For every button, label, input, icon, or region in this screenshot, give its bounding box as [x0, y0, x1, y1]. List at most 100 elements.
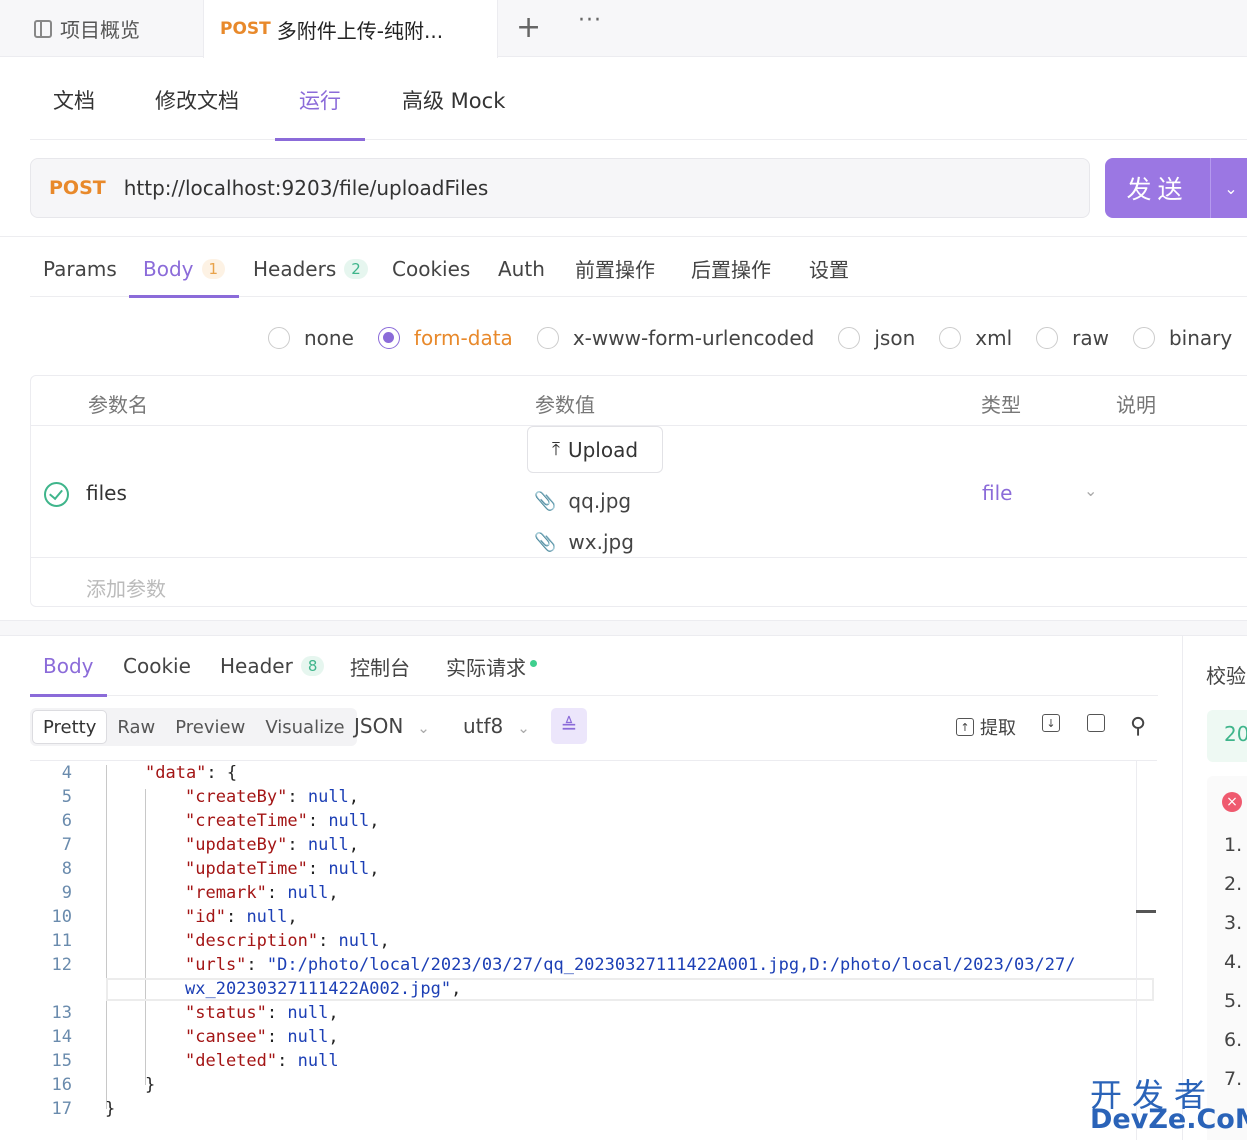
radio-circle-icon	[939, 327, 962, 349]
response-code-view[interactable]: 4 "data": {5 "createBy": null, 6 "createTime…	[30, 760, 1157, 1140]
radio-binary[interactable]: binary	[1132, 326, 1233, 350]
tab-settings[interactable]: 设置	[809, 240, 849, 297]
radio-xml[interactable]: xml	[939, 326, 1012, 350]
count-badge: 2	[344, 258, 368, 279]
code-line: "data": {	[145, 763, 238, 783]
file-item[interactable]: 📎 qq.jpg	[534, 489, 631, 513]
chevron-down-icon[interactable]: ⌄	[1084, 481, 1097, 500]
encoding-value: utf8	[463, 714, 504, 738]
url-bar[interactable]: POST http://localhost:9203/file/uploadFi…	[30, 158, 1090, 218]
radio-label: json	[874, 326, 916, 350]
response-tab-bar: Body Cookie Header 8 控制台 实际请求	[30, 636, 1158, 697]
table-row: files ⤒ Upload 📎 qq.jpg 📎 wx.jpg file ⌄	[31, 426, 1247, 558]
line-number: 9	[61, 883, 72, 903]
mode-preview[interactable]: Preview	[165, 710, 255, 744]
tab-label: 项目概览	[60, 18, 140, 42]
tab-response-body[interactable]: Body	[30, 636, 106, 697]
tab-response-cookie[interactable]: Cookie	[123, 636, 191, 696]
tab-label: Header	[220, 654, 293, 678]
view-mode-segmented: Pretty Raw Preview Visualize	[30, 708, 357, 746]
code-line: wx_20230327111422A002.jpg",	[185, 979, 462, 999]
radio-circle-icon	[1132, 327, 1155, 349]
tab-label: Body	[43, 654, 94, 678]
tab-response-header[interactable]: Header 8	[220, 636, 325, 696]
download-icon[interactable]: ↓	[1042, 714, 1066, 732]
radio-raw[interactable]: raw	[1036, 326, 1109, 350]
tab-actual-request[interactable]: 实际请求	[446, 636, 537, 696]
radio-urlencoded[interactable]: x-www-form-urlencoded	[536, 326, 814, 350]
add-param-placeholder[interactable]: 添加参数	[86, 573, 166, 602]
line-number: 8	[61, 859, 72, 879]
radio-label: raw	[1072, 326, 1109, 350]
method-selector[interactable]: POST	[49, 177, 106, 199]
tab-console[interactable]: 控制台	[350, 636, 410, 696]
radio-form-data[interactable]: form-data	[377, 326, 513, 350]
copy-icon[interactable]	[1087, 714, 1111, 732]
chevron-down-icon[interactable]: ⌄	[1211, 179, 1247, 198]
tab-edit-docs[interactable]: 修改文档	[155, 60, 239, 140]
tab-auth[interactable]: Auth	[498, 240, 545, 297]
more-icon[interactable]: ···	[578, 8, 602, 33]
tab-run[interactable]: 运行	[275, 60, 365, 141]
tab-label: 多附件上传-纯附...	[276, 18, 444, 43]
radio-circle-icon	[536, 327, 559, 349]
add-tab-icon[interactable]: +	[516, 10, 541, 45]
tab-label: 控制台	[350, 655, 410, 680]
send-button[interactable]: 发送 ⌄	[1105, 158, 1247, 218]
line-number: 13	[51, 1003, 72, 1023]
enabled-check-icon[interactable]	[44, 482, 69, 507]
extract-label: 提取	[980, 718, 1016, 739]
code-line: "deleted": null	[185, 1051, 339, 1071]
code-line: "remark": null,	[185, 883, 339, 903]
tab-cookies[interactable]: Cookies	[392, 240, 470, 297]
line-number: 10	[51, 907, 72, 927]
tab-active-request[interactable]: POST 多附件上传-纯附...	[203, 0, 498, 58]
upload-button[interactable]: ⤒ Upload	[527, 426, 663, 473]
word-wrap-icon[interactable]: ≜	[551, 708, 587, 744]
radio-json[interactable]: json	[838, 326, 915, 350]
tab-post-operations[interactable]: 后置操作	[691, 240, 771, 297]
mode-pretty[interactable]: Pretty	[32, 710, 108, 744]
copy-glyph	[1087, 714, 1105, 732]
paperclip-icon: 📎	[534, 531, 557, 553]
mode-visualize[interactable]: Visualize	[255, 710, 354, 744]
indent-guide	[145, 789, 146, 1085]
tab-headers[interactable]: Headers 2	[253, 240, 368, 297]
file-name: qq.jpg	[568, 489, 632, 513]
tab-project-overview[interactable]: 项目概览	[34, 0, 140, 57]
count-badge: 8	[300, 656, 325, 676]
line-number: 12	[51, 955, 72, 975]
code-line: "status": null,	[185, 1003, 339, 1023]
overview-icon	[34, 19, 52, 38]
tab-params[interactable]: Params	[43, 240, 117, 297]
close-icon: ×	[1222, 792, 1242, 812]
tab-label: 前置操作	[575, 258, 655, 282]
mode-raw[interactable]: Raw	[107, 710, 165, 744]
tab-pre-operations[interactable]: 前置操作	[575, 240, 655, 297]
url-input[interactable]: http://localhost:9203/file/uploadFiles	[124, 176, 489, 200]
response-toolbar: Pretty Raw Preview Visualize JSON ⌄ utf8 ⌄…	[30, 706, 1158, 748]
search-icon[interactable]: ⚲	[1130, 714, 1146, 739]
tab-docs[interactable]: 文档	[53, 60, 95, 140]
tab-body[interactable]: Body 1	[128, 240, 240, 298]
radio-label: form-data	[413, 326, 513, 350]
line-number: 7	[61, 835, 72, 855]
line-number: 6	[61, 811, 72, 831]
param-type[interactable]: file	[982, 481, 1012, 505]
radio-none[interactable]: none	[268, 326, 354, 350]
tab-label: Cookie	[123, 654, 191, 678]
param-name[interactable]: files	[86, 481, 127, 505]
radio-label: binary	[1168, 326, 1233, 350]
tab-label: 后置操作	[691, 258, 771, 282]
tab-label: Params	[43, 256, 117, 281]
format-select[interactable]: JSON ⌄	[354, 714, 430, 738]
scrollbar-thumb[interactable]	[1136, 910, 1156, 913]
download-glyph: ↓	[1042, 714, 1060, 732]
panel-title: 校验	[1206, 664, 1246, 688]
extract-button[interactable]: ↑ 提取	[956, 714, 1016, 740]
error-item-number: 4.	[1224, 951, 1243, 973]
tab-advanced-mock[interactable]: 高级 Mock	[402, 60, 505, 140]
params-table: 参数名 参数值 类型 说明 files ⤒ Upload 📎 qq.jpg 📎 …	[30, 375, 1247, 607]
encoding-select[interactable]: utf8 ⌄	[463, 714, 530, 738]
file-item[interactable]: 📎 wx.jpg	[534, 530, 634, 554]
